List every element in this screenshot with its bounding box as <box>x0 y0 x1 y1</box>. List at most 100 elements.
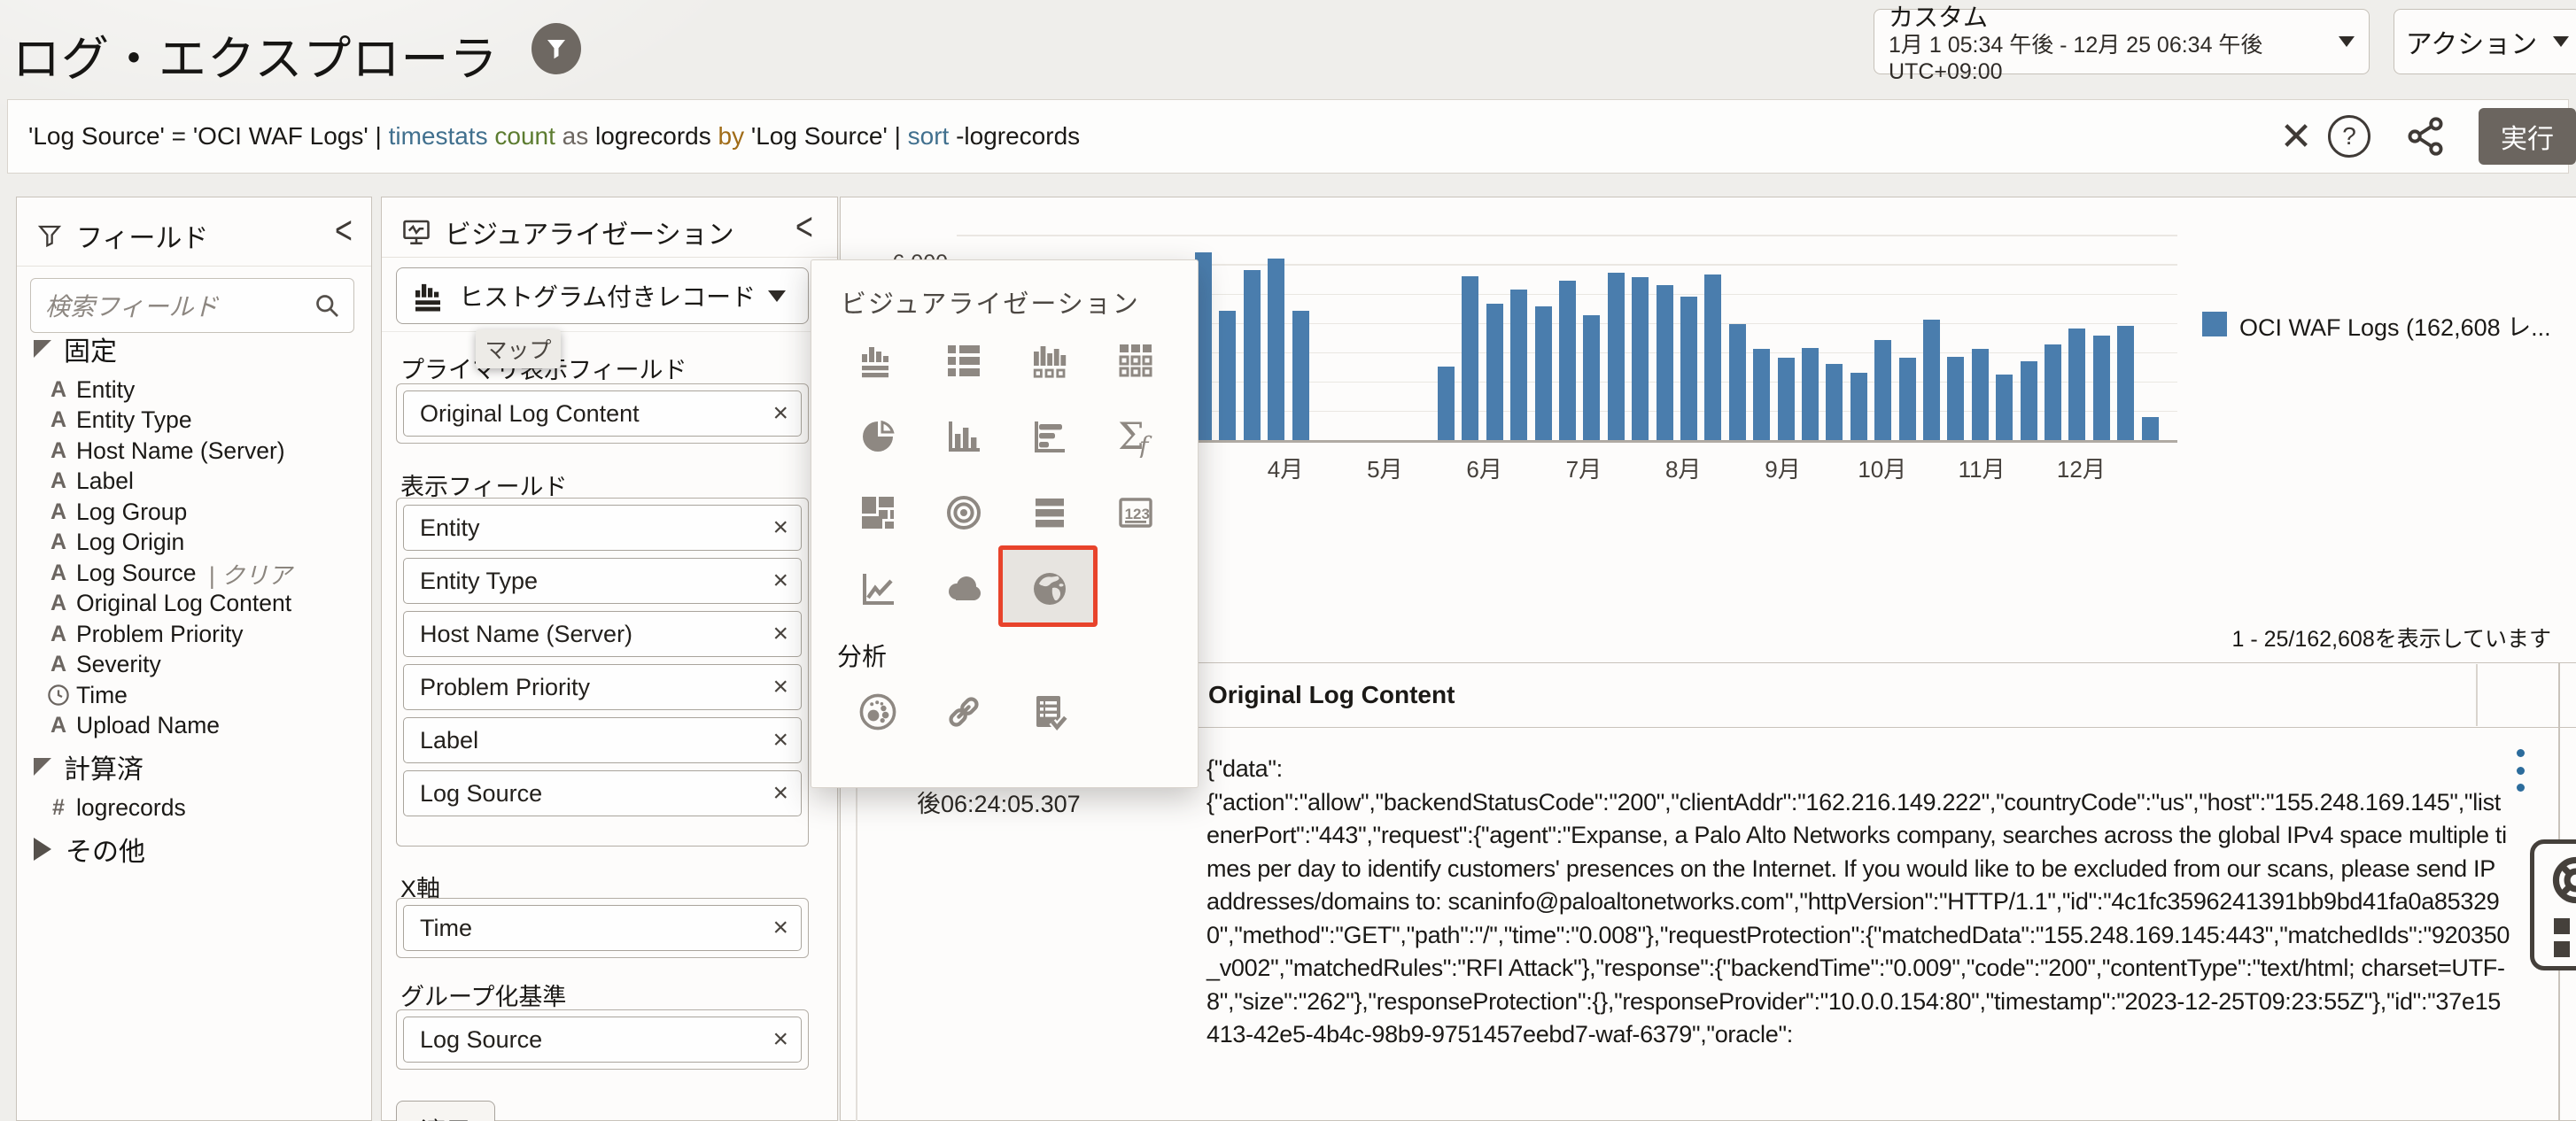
field-chip[interactable]: Entity Type × <box>403 558 802 604</box>
field-item[interactable]: A Log Source | クリア <box>41 559 291 589</box>
field-item[interactable]: A Log Origin <box>41 529 184 557</box>
remove-chip-icon[interactable]: × <box>772 566 788 596</box>
actions-button[interactable]: アクション <box>2394 9 2576 74</box>
clear-filter-link[interactable]: | クリア <box>209 556 292 591</box>
apply-button[interactable]: 適用 <box>396 1101 495 1121</box>
link-icon[interactable] <box>943 691 985 733</box>
field-chip[interactable]: Original Log Content × <box>403 390 802 437</box>
field-item[interactable]: A Upload Name <box>41 712 220 740</box>
chart-bar <box>1704 274 1722 440</box>
row-menu-icon[interactable] <box>2507 749 2533 792</box>
help-ring-icon <box>2547 851 2576 909</box>
field-item[interactable]: A Entity Type <box>41 406 192 435</box>
chart-bar <box>2020 360 2037 440</box>
field-item[interactable]: Time <box>41 681 128 709</box>
records-table-icon[interactable] <box>1114 339 1157 382</box>
legend-label: OCI WAF Logs (162,608 レ... <box>2239 314 2551 341</box>
field-chip[interactable]: Entity × <box>403 505 802 551</box>
treemap-icon[interactable] <box>857 491 899 534</box>
chart-bar <box>1996 374 2013 440</box>
record-count: 1 - 25/162,608を表示しています <box>2231 627 2552 652</box>
remove-chip-icon[interactable]: × <box>772 672 788 702</box>
field-type-icon: A <box>50 376 67 402</box>
groupby-label: グループ化基準 <box>400 984 567 1010</box>
run-button[interactable]: 実行 <box>2479 108 2576 165</box>
word-matrix-icon[interactable] <box>1028 491 1071 534</box>
numeric-tile-icon[interactable]: 123 <box>1114 491 1157 534</box>
field-item[interactable]: A Original Log Content <box>41 590 291 618</box>
field-chip[interactable]: Time × <box>403 905 802 951</box>
bar-chart-icon[interactable] <box>943 415 985 458</box>
field-chip[interactable]: Log Source × <box>403 770 802 816</box>
field-item[interactable]: A Host Name (Server) <box>41 437 285 465</box>
section-label: 固定 <box>64 337 117 367</box>
query-token: as <box>562 122 589 150</box>
field-chip[interactable]: Problem Priority × <box>403 664 802 710</box>
field-type-icon: A <box>50 591 67 615</box>
clear-query-icon[interactable]: ✕ <box>2271 108 2321 165</box>
field-item[interactable]: A Severity <box>41 651 161 679</box>
remove-chip-icon[interactable]: × <box>772 398 788 429</box>
field-section-header[interactable]: 計算済 <box>34 747 144 786</box>
query-token: -logrecords <box>949 122 1081 150</box>
field-item[interactable]: A Problem Priority <box>41 620 244 648</box>
field-section-header[interactable]: その他 <box>34 830 145 869</box>
chip-label: Label <box>420 726 479 754</box>
histogram-icon[interactable] <box>1028 339 1071 382</box>
field-item[interactable]: A Label <box>41 468 134 496</box>
table-icon[interactable] <box>943 339 985 382</box>
field-chip[interactable]: Label × <box>403 717 802 763</box>
share-icon[interactable] <box>2402 113 2448 164</box>
chart-type-dropdown[interactable]: ヒストグラム付きレコード <box>396 267 809 324</box>
records-with-histogram-icon[interactable] <box>857 339 899 382</box>
field-item[interactable]: # logrecords <box>41 793 186 822</box>
chart-bar <box>1777 358 1795 440</box>
chart-bar <box>2141 416 2159 440</box>
field-section-header[interactable]: 固定 <box>34 329 117 368</box>
summary-statistics-icon[interactable]: Σf <box>1114 414 1157 460</box>
chip-label: Entity <box>420 514 480 541</box>
field-label: Time <box>76 681 128 708</box>
chart-monitor-icon <box>400 216 432 248</box>
remove-chip-icon[interactable]: × <box>772 619 788 649</box>
word-cloud-icon[interactable] <box>943 568 985 610</box>
log-compare-icon[interactable] <box>1028 691 1071 734</box>
chevron-down-icon <box>2553 36 2570 47</box>
cluster-icon[interactable] <box>857 691 899 733</box>
help-icon[interactable]: ? <box>2328 115 2370 158</box>
collapse-viz-panel-icon[interactable]: < <box>795 205 813 251</box>
chart-bar <box>1656 284 1673 440</box>
pie-chart-icon[interactable] <box>857 415 899 458</box>
donut-chart-icon[interactable] <box>943 491 985 534</box>
x-axis-month-label: 7月 <box>1565 456 1602 483</box>
field-chip[interactable]: Host Name (Server) × <box>403 611 802 657</box>
remove-chip-icon[interactable]: × <box>772 913 788 943</box>
chevron-down-icon <box>2339 36 2355 47</box>
line-chart-icon[interactable] <box>857 568 899 610</box>
remove-chip-icon[interactable]: × <box>772 725 788 755</box>
divider <box>382 257 837 258</box>
filter-badge[interactable] <box>531 23 581 74</box>
query-token: 'Log Source' | <box>744 122 908 150</box>
remove-chip-icon[interactable]: × <box>772 513 788 543</box>
map-icon[interactable] <box>998 545 1098 627</box>
field-label: Entity <box>76 375 136 403</box>
time-range-selector[interactable]: カスタム 1月 1 05:34 午後 - 12月 25 06:34 午後 UTC… <box>1874 4 2370 84</box>
column-header-original-log-content[interactable]: Original Log Content <box>1208 662 1455 728</box>
field-item[interactable]: A Entity <box>41 375 135 404</box>
horizontal-bar-chart-icon[interactable] <box>1028 415 1071 458</box>
chart-bar <box>1534 306 1552 440</box>
chart-bar <box>1583 315 1601 440</box>
chart-bar <box>1801 347 1819 440</box>
floating-help-widget[interactable] <box>2530 839 2576 970</box>
remove-chip-icon[interactable]: × <box>772 1024 788 1055</box>
x-axis-month-label: 12月 <box>2056 456 2106 483</box>
chart-type-label: ヒストグラム付きレコード <box>459 283 757 311</box>
remove-chip-icon[interactable]: × <box>772 778 788 808</box>
field-chip[interactable]: Log Source × <box>403 1017 802 1063</box>
chart-bar <box>1753 349 1771 440</box>
chip-label: Log Source <box>420 779 543 807</box>
x-axis-month-label: 9月 <box>1765 456 1801 483</box>
field-item[interactable]: A Log Group <box>41 498 187 526</box>
svg-text:123: 123 <box>1125 506 1150 522</box>
